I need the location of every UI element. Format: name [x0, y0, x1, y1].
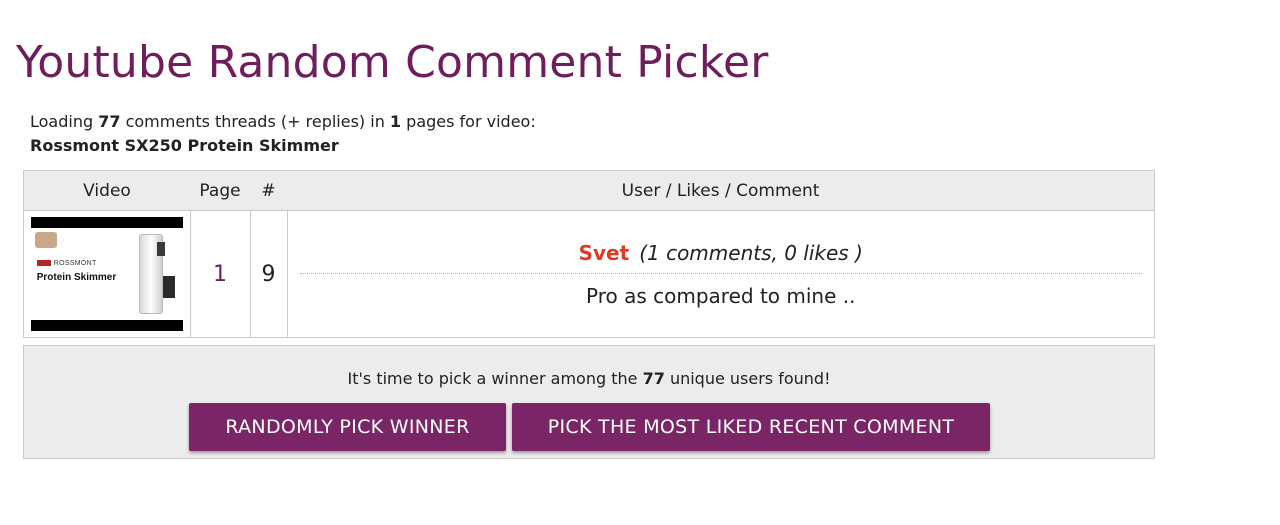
video-thumbnail[interactable]: ROSSMONT Protein Skimmer	[30, 217, 183, 331]
header-comment: User / Likes / Comment	[287, 170, 1155, 211]
header-number: #	[250, 170, 287, 211]
page-title: Youtube Random Comment Picker	[16, 37, 769, 89]
username-link[interactable]: Svet	[579, 241, 630, 265]
thumbnail-brand: ROSSMONT	[37, 260, 97, 267]
comment-divider	[299, 272, 1142, 274]
pick-most-liked-button[interactable]: PICK THE MOST LIKED RECENT COMMENT	[512, 403, 990, 451]
loading-middle: comments threads (+ replies) in	[125, 112, 385, 131]
winner-prompt-prefix: It's time to pick a winner among the	[347, 369, 638, 388]
header-page: Page	[190, 170, 250, 211]
loading-line: Loading 77 comments threads (+ replies) …	[30, 110, 536, 134]
skimmer-cup-illustration	[156, 242, 165, 256]
loading-prefix: Loading	[30, 112, 94, 131]
comment-count: 77	[98, 112, 121, 131]
winner-prompt: It's time to pick a winner among the 77 …	[24, 369, 1154, 388]
comment-number: 9	[249, 210, 287, 338]
results-table: Video Page # User / Likes / Comment ROSS…	[23, 170, 1155, 338]
header-video: Video	[23, 170, 190, 211]
thumbnail-image: ROSSMONT Protein Skimmer	[30, 228, 183, 320]
user-stats: (1 comments, 0 likes )	[639, 240, 863, 265]
page-number-link[interactable]: 1	[213, 262, 227, 287]
randomly-pick-winner-button[interactable]: RANDOMLY PICK WINNER	[189, 403, 506, 451]
skimmer-pump-illustration	[162, 276, 175, 298]
video-cell: ROSSMONT Protein Skimmer	[23, 210, 190, 338]
page-cell: 1	[189, 210, 250, 338]
comment-cell: Svet (1 comments, 0 likes ) Pro as compar…	[286, 210, 1155, 338]
table-header-row: Video Page # User / Likes / Comment	[23, 170, 1155, 211]
loading-suffix: pages for video:	[406, 112, 536, 131]
thumbnail-product: Protein Skimmer	[36, 272, 117, 283]
table-row: ROSSMONT Protein Skimmer 1 9 Svet (1 comm…	[23, 210, 1155, 338]
unique-user-count: 77	[642, 369, 665, 388]
comment-text: Pro as compared to mine ..	[586, 283, 856, 308]
winner-prompt-suffix: unique users found!	[669, 369, 831, 388]
winner-panel: It's time to pick a winner among the 77 …	[23, 345, 1155, 459]
comment-header: Svet (1 comments, 0 likes )	[288, 241, 1155, 265]
loading-status: Loading 77 comments threads (+ replies) …	[30, 110, 536, 158]
page-count: 1	[389, 112, 402, 131]
video-title: Rossmont SX250 Protein Skimmer	[30, 136, 339, 155]
thumbnail-logo	[34, 232, 57, 248]
